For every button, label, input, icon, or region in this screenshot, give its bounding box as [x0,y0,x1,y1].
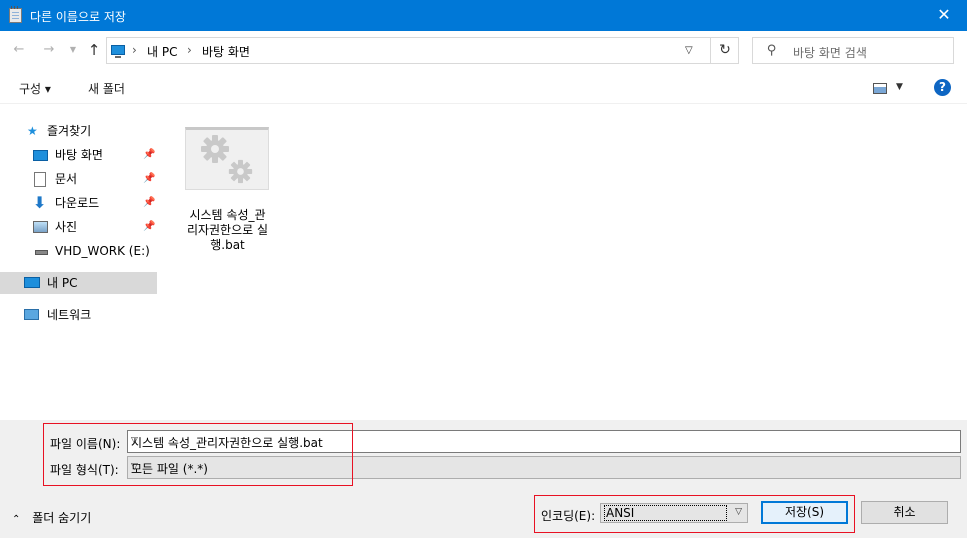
sidebar-item-desktop[interactable]: 바탕 화면 📌 [0,144,158,166]
pin-icon: 📌 [143,197,156,208]
sidebar-item-label: 네트워크 [47,308,92,322]
address-dropdown-icon[interactable]: ▽ [685,45,693,56]
sidebar-item-label: VHD_WORK (E:) [55,244,150,258]
pictures-icon [33,221,48,233]
file-name-label: 시스템 속성_관 리자권한으로 실 행.bat [180,208,275,253]
refresh-button[interactable]: ↻ [710,38,739,63]
hide-folders-label: 폴더 숨기기 [32,511,92,525]
help-button[interactable]: ? [934,79,951,96]
sidebar-item-label: 사진 [55,220,78,234]
search-box[interactable]: ⚲ 바탕 화면 검색 [752,37,954,64]
sidebar-item-quick-access[interactable]: ★ 즐겨찾기 [0,120,158,142]
sidebar-item-label: 바탕 화면 [55,148,103,162]
document-icon [34,172,46,187]
title-bar: 다른 이름으로 저장 ✕ [0,0,967,31]
pin-icon: 📌 [143,149,156,160]
chevron-up-icon: ⌃ [12,514,21,525]
download-icon: ⬇ [33,193,47,212]
sidebar-item-downloads[interactable]: ⬇ 다운로드 📌 [0,192,158,214]
file-name-line: 리자권한으로 실 [186,223,269,237]
sidebar-item-label: 즐겨찾기 [47,124,92,138]
search-icon: ⚲ [767,43,777,58]
network-icon [24,309,39,320]
hide-folders-button[interactable]: ⌃ 폴더 숨기기 [12,509,91,526]
sidebar-item-label: 문서 [55,172,78,186]
new-folder-button[interactable]: 새 폴더 [88,80,125,97]
this-pc-icon [111,45,125,58]
pin-icon: 📌 [143,221,156,232]
desktop-icon [33,150,48,161]
star-icon: ★ [27,124,38,138]
sidebar-item-label: 내 PC [47,276,78,290]
search-placeholder: 바탕 화면 검색 [793,46,867,60]
sidebar-item-documents[interactable]: 문서 📌 [0,168,158,190]
pin-icon: 📌 [143,173,156,184]
breadcrumb-separator: › [132,43,137,57]
back-button[interactable]: ← [10,41,28,59]
recent-locations-button[interactable]: ▼ [64,41,82,59]
window-title: 다른 이름으로 저장 [30,10,126,24]
sidebar-item-drive-e[interactable]: VHD_WORK (E:) [0,240,158,262]
notepad-icon [9,6,22,23]
gear-icon [228,159,253,184]
sidebar-item-label: 다운로드 [55,196,100,210]
sidebar-item-pictures[interactable]: 사진 📌 [0,216,158,238]
view-options-icon[interactable] [873,83,887,94]
file-name-line: 행.bat [210,238,245,252]
sidebar-item-network[interactable]: 네트워크 [0,304,158,326]
drive-icon [35,250,48,255]
breadcrumb-desktop[interactable]: 바탕 화면 [202,43,250,60]
close-button[interactable]: ✕ [921,0,967,31]
sidebar-item-this-pc[interactable]: 내 PC [0,272,157,294]
file-name-line: 시스템 속성_관 [189,208,266,222]
toolbar-divider [0,103,967,104]
gear-icon [201,135,229,163]
breadcrumb-separator: › [187,43,192,57]
address-bar[interactable]: › 내 PC › 바탕 화면 ▽ ↻ [106,37,739,64]
view-dropdown-icon[interactable]: ▼ [896,82,903,92]
cancel-button[interactable]: 취소 [861,501,948,524]
forward-button[interactable]: → [40,41,58,59]
highlight-box [43,423,353,486]
organize-button[interactable]: 구성 ▾ [19,80,51,97]
highlight-box [534,495,855,533]
breadcrumb-this-pc[interactable]: 내 PC [147,43,177,60]
this-pc-icon [24,277,40,288]
up-button[interactable]: ↑ [85,41,103,59]
